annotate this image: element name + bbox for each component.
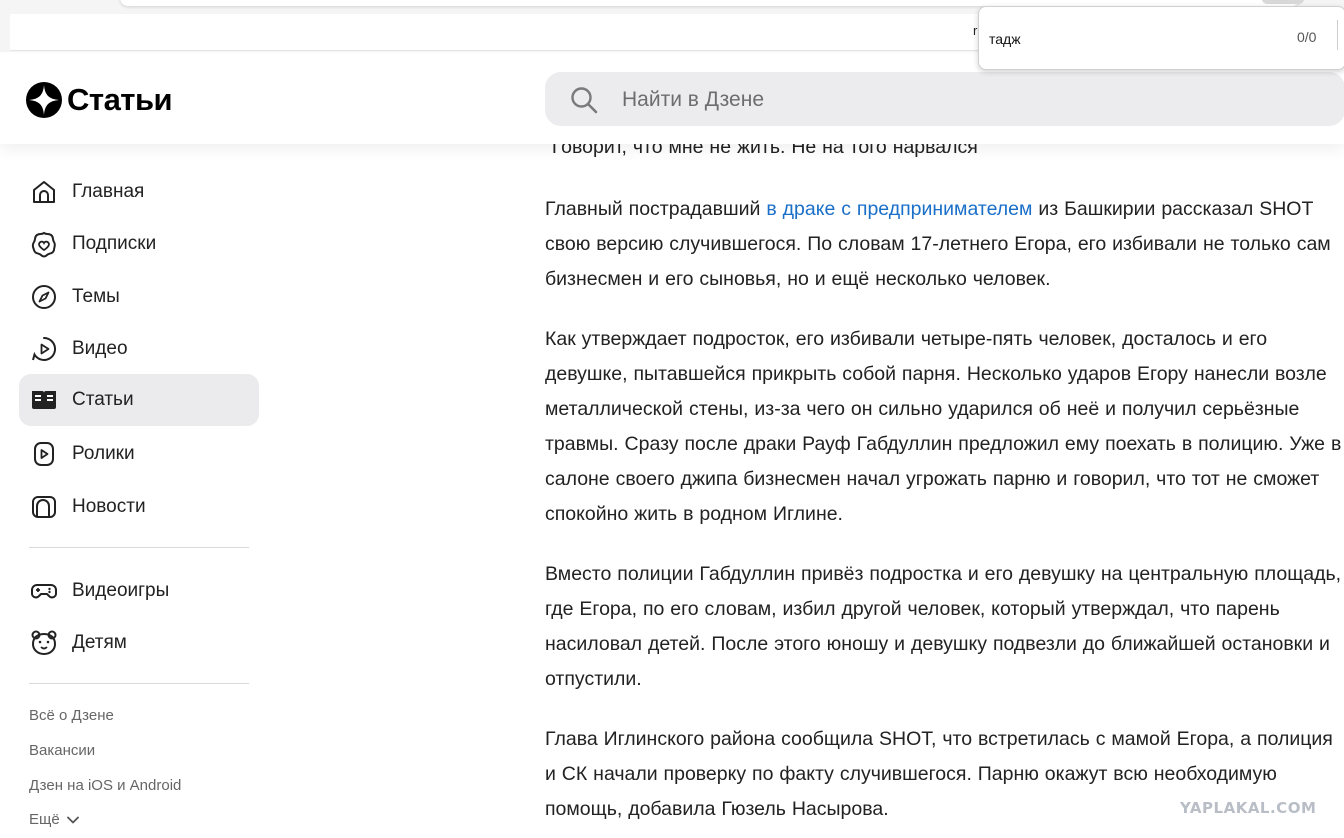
article-paragraph: Главный пострадавший в драке с предприни… — [545, 192, 1343, 297]
article-link[interactable]: в драке с предпринимателем — [766, 198, 1032, 220]
sidebar-item-label: Подписки — [72, 233, 157, 254]
sidebar-item-videogames[interactable]: Видеоигры — [19, 565, 259, 617]
subscriptions-icon — [31, 231, 56, 258]
article-paragraph: Вместо полиции Габдуллин привёз подростк… — [545, 563, 1342, 690]
footer-more-button[interactable]: Ещё — [29, 811, 79, 828]
sidebar-divider — [29, 683, 249, 684]
bear-icon — [31, 630, 57, 656]
footer-more-label: Ещё — [29, 811, 60, 828]
articles-icon — [32, 391, 56, 409]
browser-address-bar-button[interactable] — [1262, 0, 1304, 4]
article-text: Главный пострадавший — [545, 198, 767, 220]
compass-icon — [32, 285, 56, 309]
article-paragraph: Как утверждает подросток, его избивали ч… — [545, 328, 1342, 525]
sidebar-divider — [29, 547, 249, 548]
zen-logo-icon — [26, 82, 62, 118]
search-icon — [571, 87, 598, 114]
find-in-page-input[interactable] — [989, 29, 1269, 49]
sidebar-item-label: Новости — [72, 496, 146, 517]
sidebar-item-shorts[interactable]: Ролики — [19, 428, 259, 480]
video-icon — [32, 336, 56, 361]
home-icon — [33, 181, 55, 203]
sidebar-item-subscriptions[interactable]: Подписки — [19, 218, 259, 270]
sidebar-item-label: Ролики — [72, 443, 135, 464]
footer-link-about[interactable]: Всё о Дзене — [29, 707, 114, 724]
footer-link-apps[interactable]: Дзен на iOS и Android — [29, 777, 181, 794]
find-in-page-box — [978, 6, 1344, 70]
sidebar-item-articles[interactable]: Статьи — [19, 374, 259, 426]
logo[interactable]: Статьи — [26, 80, 173, 120]
watermark: YAPLAKAL.COM — [1180, 799, 1317, 817]
sidebar-item-home[interactable]: Главная — [19, 166, 259, 218]
search-bar[interactable] — [545, 72, 1344, 126]
sidebar-item-video[interactable]: Видео — [19, 323, 259, 375]
sidebar-item-label: Детям — [72, 632, 127, 653]
sidebar-item-kids[interactable]: Детям — [19, 617, 259, 669]
shorts-icon — [34, 442, 54, 466]
find-match-count: 0/0 — [1297, 29, 1317, 45]
news-icon — [32, 496, 56, 518]
sidebar-item-label: Главная — [72, 181, 145, 202]
browser-bar-truncated-text: r — [973, 23, 978, 38]
sidebar-item-label: Видео — [72, 338, 128, 359]
chevron-down-icon — [66, 816, 79, 823]
find-divider — [1337, 20, 1338, 50]
gamepad-icon — [31, 584, 57, 599]
sidebar-item-label: Статьи — [72, 389, 134, 410]
sidebar-item-label: Видеоигры — [72, 580, 170, 601]
footer-link-vacancies[interactable]: Вакансии — [29, 742, 95, 759]
sidebar-item-topics[interactable]: Темы — [19, 271, 259, 323]
search-input[interactable] — [620, 85, 1224, 115]
logo-text: Статьи — [67, 82, 173, 117]
sidebar-item-news[interactable]: Новости — [19, 481, 259, 533]
sidebar-item-label: Темы — [72, 286, 120, 307]
